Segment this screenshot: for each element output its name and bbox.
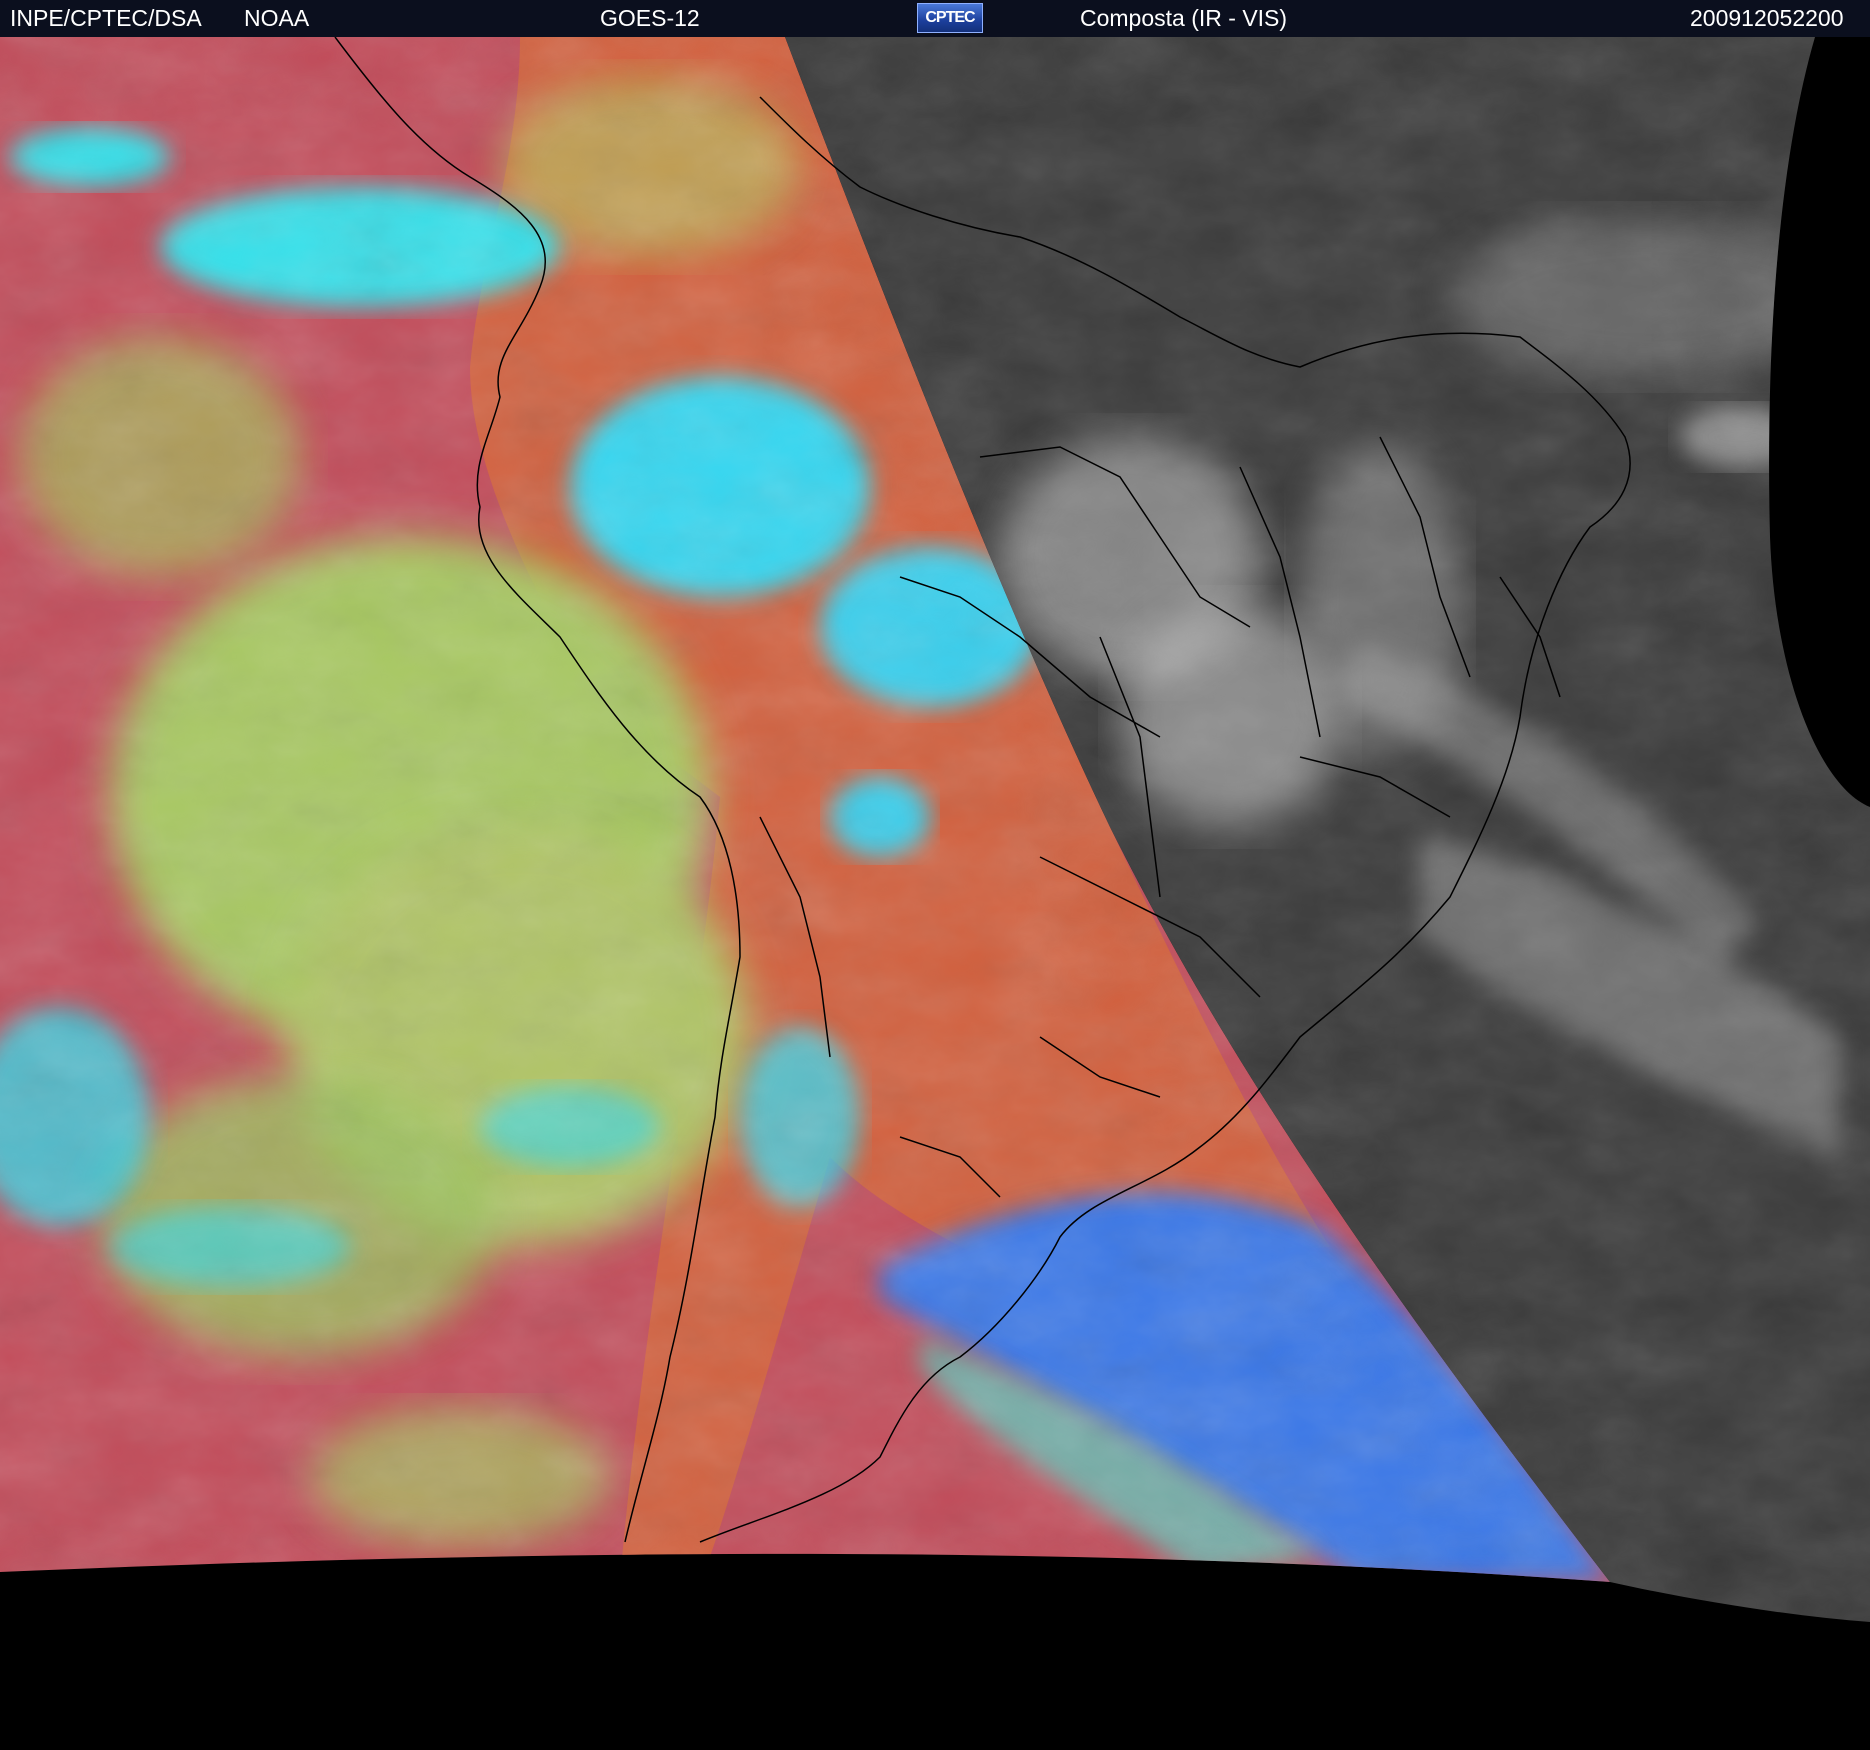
- product-label: Composta (IR - VIS): [1080, 5, 1288, 31]
- institution-label: INPE/CPTEC/DSA: [10, 5, 202, 31]
- cptec-logo: CPTEC: [917, 3, 983, 33]
- satellite-label: GOES-12: [600, 5, 700, 31]
- agency-label: NOAA: [244, 5, 310, 31]
- composite-map: [0, 37, 1870, 1750]
- timestamp-label: 200912052200: [1690, 5, 1844, 31]
- satellite-image: [0, 37, 1870, 1750]
- logo-text: CPTEC: [925, 9, 975, 26]
- header-bar: INPE/CPTEC/DSA NOAA GOES-12 CPTEC Compos…: [0, 0, 1870, 37]
